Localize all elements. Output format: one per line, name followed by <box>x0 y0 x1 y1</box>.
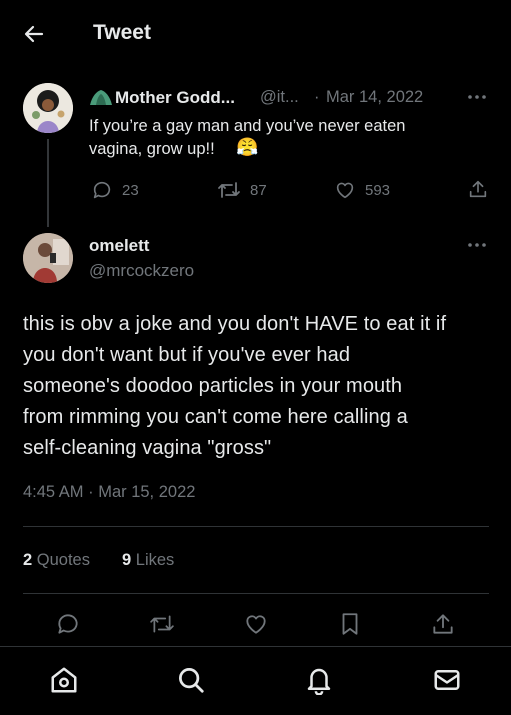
parent-reply-button[interactable]: 23 <box>91 179 139 201</box>
main-retweet-button[interactable] <box>148 612 176 636</box>
likes-count: 9 <box>122 551 132 569</box>
main-share-button[interactable] <box>430 611 456 637</box>
quotes-count: 2 <box>23 551 33 569</box>
main-text-line: someone's doodoo particles in your mouth <box>23 375 403 397</box>
likes-stat[interactable]: 9 Likes <box>122 551 174 570</box>
nav-home[interactable] <box>49 665 79 695</box>
search-icon <box>179 668 204 693</box>
steam-emoji-icon: 😤 <box>236 137 259 157</box>
quotes-label: Quotes <box>36 551 90 569</box>
retweet-icon <box>218 182 240 198</box>
main-bookmark-button[interactable] <box>337 611 363 637</box>
main-avatar[interactable] <box>23 233 73 283</box>
nav-search[interactable] <box>176 665 206 695</box>
parent-text-line2: vagina, grow up!! <box>89 140 215 158</box>
retweet-icon <box>150 615 174 633</box>
main-text-line: from rimming you can't come here calling… <box>23 406 408 428</box>
mail-icon <box>434 670 460 690</box>
nav-messages[interactable] <box>432 665 462 695</box>
main-display-name[interactable]: omelett <box>89 236 149 256</box>
main-text-line: self-cleaning vagina "gross" <box>23 437 272 459</box>
nav-notifications[interactable] <box>304 665 334 695</box>
main-reply-button[interactable] <box>55 611 81 637</box>
parent-share-button[interactable] <box>467 178 489 200</box>
likes-label: Likes <box>135 551 175 569</box>
parent-date[interactable]: Mar 14, 2022 <box>326 88 423 107</box>
parent-text-line1: If you’re a gay man and you’ve never eat… <box>89 117 406 135</box>
divider <box>23 526 489 527</box>
parent-avatar[interactable] <box>23 83 73 133</box>
parent-retweet-button[interactable]: 87 <box>217 179 267 201</box>
mother-earth-icon <box>89 88 113 106</box>
parent-like-count: 593 <box>365 181 391 199</box>
parent-more-button[interactable] <box>466 88 488 106</box>
main-text-line: this is obv a joke and you don't HAVE to… <box>23 313 447 335</box>
page-title: Tweet <box>93 21 151 44</box>
share-icon <box>469 180 487 198</box>
parent-like-button[interactable]: 593 <box>334 179 390 201</box>
main-handle[interactable]: @mrcockzero <box>89 261 194 281</box>
main-more-button[interactable] <box>466 236 488 254</box>
more-icon <box>468 243 486 247</box>
thread-line <box>47 139 49 227</box>
reply-icon <box>93 181 111 199</box>
heart-icon <box>336 182 354 199</box>
parent-display-name[interactable]: Mother Godd... <box>115 88 235 108</box>
heart-icon <box>246 615 266 634</box>
share-icon <box>433 614 453 634</box>
back-arrow-icon <box>24 25 44 43</box>
home-icon <box>51 667 77 693</box>
parent-retweet-count: 87 <box>250 181 267 199</box>
bottom-nav <box>0 646 511 715</box>
reply-icon <box>58 614 78 634</box>
bookmark-icon <box>342 613 358 635</box>
parent-reply-count: 23 <box>122 181 139 199</box>
parent-handle[interactable]: @it... <box>260 88 299 107</box>
main-text-line: you don't want but if you've ever had <box>23 344 351 366</box>
divider <box>23 593 489 594</box>
main-timestamp[interactable]: 4:45 AM · Mar 15, 2022 <box>23 483 195 502</box>
quotes-stat[interactable]: 2 Quotes <box>23 551 90 570</box>
parent-separator: · <box>314 88 320 106</box>
more-icon <box>468 95 486 99</box>
back-button[interactable] <box>22 22 46 46</box>
main-like-button[interactable] <box>243 611 269 637</box>
bell-icon <box>307 668 331 695</box>
main-tweet-text: this is obv a joke and you don't HAVE to… <box>23 309 503 464</box>
